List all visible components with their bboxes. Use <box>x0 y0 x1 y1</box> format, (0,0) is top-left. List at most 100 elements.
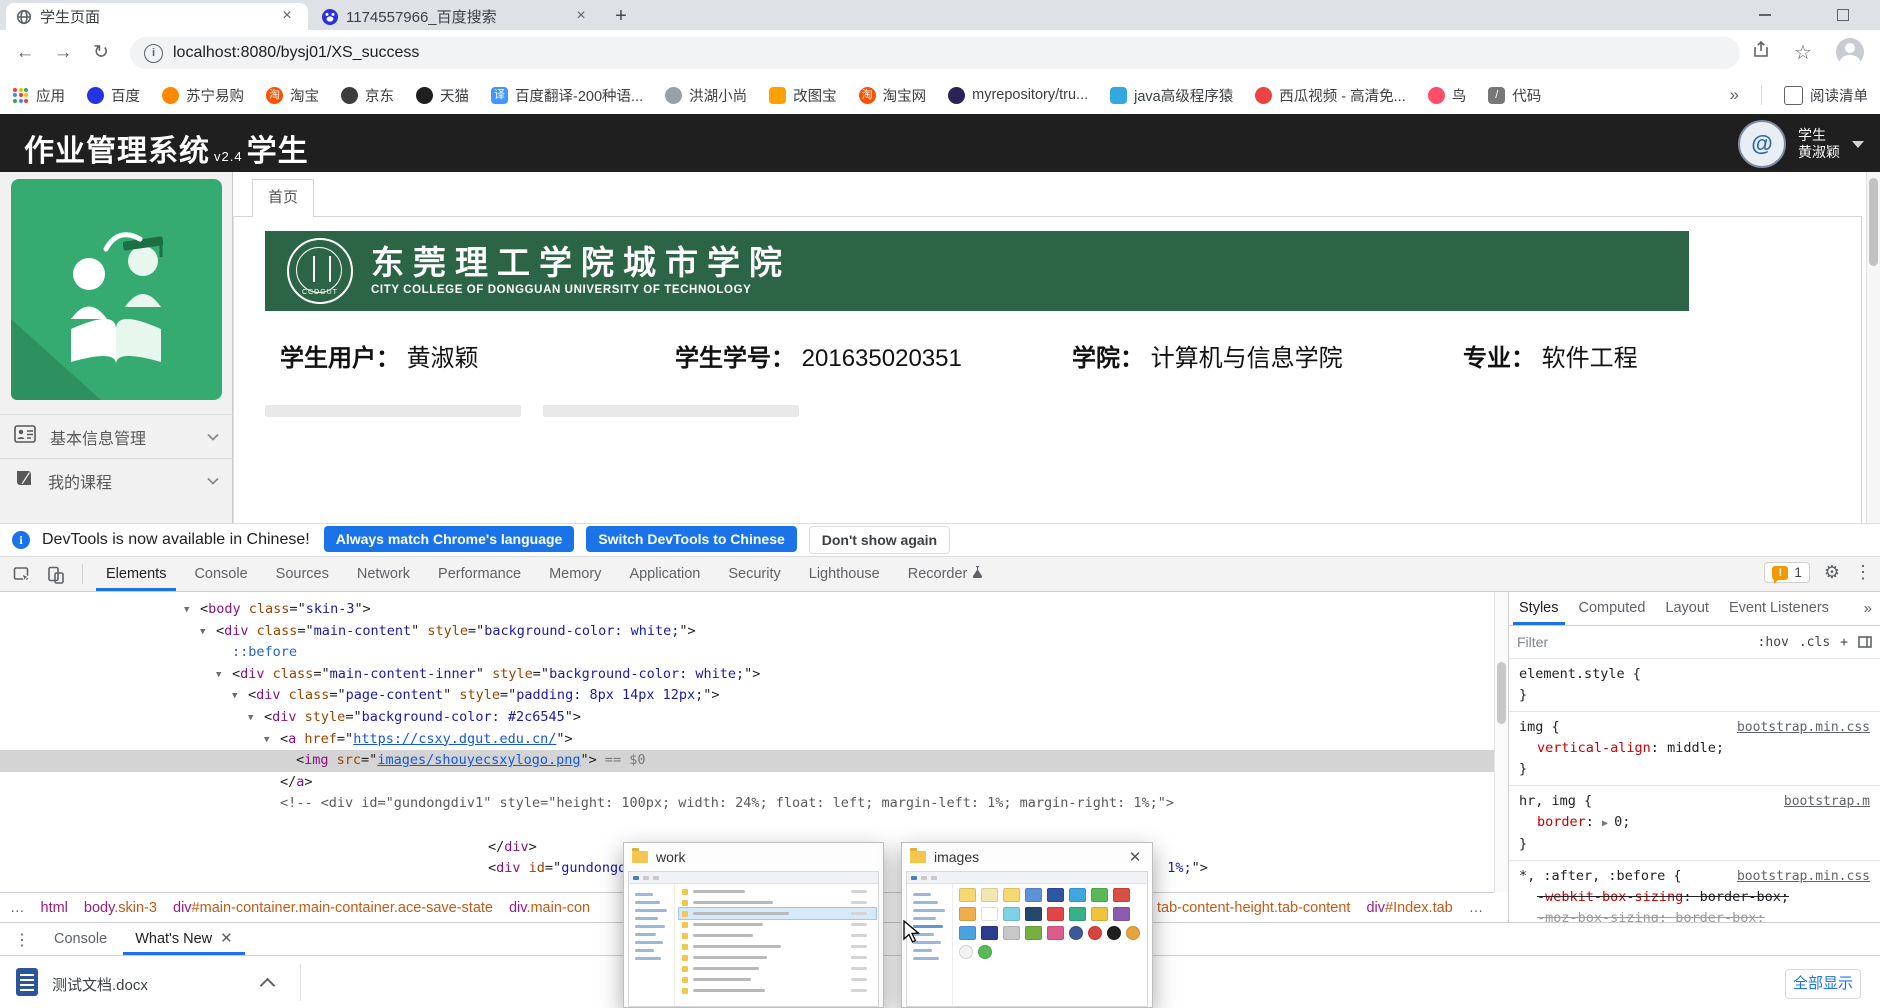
infobar-button-don-t-show-again[interactable]: Don't show again <box>809 526 950 554</box>
styles-filter-input[interactable]: Filter <box>1517 634 1748 650</box>
dom-tree-line[interactable] <box>0 815 1494 837</box>
site-info-icon[interactable]: i <box>144 44 163 63</box>
bookmark-item[interactable]: 苏宁易购 <box>162 85 244 106</box>
css-property[interactable]: border: ▶ 0; <box>1519 812 1870 834</box>
breadcrumb-item[interactable]: div#main-container.main-container.ace-sa… <box>173 900 493 916</box>
devtools-kebab-menu-icon[interactable]: ⋮ <box>1854 562 1872 583</box>
devtools-tab-recorder[interactable]: Recorder <box>894 557 998 591</box>
dom-tree-line[interactable]: ▼<a href="https://csxy.dgut.edu.cn/"> <box>0 729 1494 751</box>
infobar-button-switch-devtools-to-chinese[interactable]: Switch DevTools to Chinese <box>586 526 796 552</box>
bookmark-item[interactable]: 洪湖小尚 <box>665 85 747 106</box>
devtools-tab-application[interactable]: Application <box>615 557 714 591</box>
drawer-tab-what-s-new[interactable]: What's New✕ <box>121 923 246 955</box>
bookmark-item[interactable]: 译百度翻译-200种语... <box>491 85 643 106</box>
tab-home[interactable]: 首页 <box>252 179 314 217</box>
breadcrumb-overflow-icon[interactable]: … <box>10 900 25 916</box>
devtools-tab-console[interactable]: Console <box>180 557 261 591</box>
stylesheet-link[interactable]: bootstrap.m <box>1784 791 1870 812</box>
new-tab-button[interactable]: + <box>608 4 634 30</box>
styles-tab-event-listeners[interactable]: Event Listeners <box>1719 592 1839 625</box>
bookmark-item[interactable]: /代码 <box>1488 85 1541 106</box>
tab-close-icon[interactable]: × <box>572 8 590 26</box>
share-icon[interactable] <box>1752 40 1770 64</box>
browser-tab-baidu-search[interactable]: 1174557966_百度搜索 × <box>312 3 600 30</box>
user-menu[interactable]: @ 学生 黄淑颖 <box>1738 120 1864 168</box>
breadcrumb-item[interactable]: tab-content-height.tab-content <box>1157 900 1350 916</box>
forward-button[interactable]: → <box>48 38 78 68</box>
tab-close-icon[interactable]: × <box>278 8 296 26</box>
devtools-tab-sources[interactable]: Sources <box>262 557 343 591</box>
dom-tree-line[interactable]: <img src="images/shouyecsxylogo.png"> ==… <box>0 750 1494 772</box>
breadcrumb-item[interactable]: div.main-con <box>509 900 590 916</box>
breadcrumb-item[interactable]: body.skin-3 <box>84 900 157 916</box>
dom-tree-line[interactable]: ▼<div class="page-content" style="paddin… <box>0 685 1494 707</box>
breadcrumb-item[interactable]: div#Index.tab <box>1366 900 1452 916</box>
bookmark-item[interactable]: 百度 <box>87 85 140 106</box>
bookmark-item[interactable]: myrepository/tru... <box>948 87 1088 104</box>
css-rule[interactable]: element.style {} <box>1509 659 1880 712</box>
inspect-element-icon[interactable] <box>10 563 34 587</box>
devtools-tab-elements[interactable]: Elements <box>92 557 180 591</box>
issues-badge[interactable]: ! 1 <box>1764 562 1810 583</box>
stylesheet-link[interactable]: bootstrap.min.css <box>1737 866 1870 887</box>
styles-tab-computed[interactable]: Computed <box>1569 592 1656 625</box>
bookmark-item[interactable]: 淘淘宝网 <box>859 85 927 106</box>
bookmarks-overflow-icon[interactable]: » <box>1730 85 1739 105</box>
taskbar-preview-work[interactable]: work <box>623 842 884 1008</box>
css-rule[interactable]: img {bootstrap.min.cssvertical-align: mi… <box>1509 712 1880 786</box>
bookmark-star-icon[interactable]: ☆ <box>1794 40 1812 65</box>
css-property[interactable]: -moz-box-sizing: border-box; <box>1519 908 1870 922</box>
download-filename[interactable]: 测试文档.docx <box>52 974 148 995</box>
bookmark-item[interactable]: 改图宝 <box>769 85 837 106</box>
devtools-tab-memory[interactable]: Memory <box>535 557 615 591</box>
breadcrumb-item[interactable]: html <box>41 900 68 916</box>
drawer-tab-console[interactable]: Console <box>40 923 121 955</box>
expand-arrow-icon[interactable]: ▼ <box>232 686 237 708</box>
dom-tree-line[interactable]: ▼<div class="main-content" style="backgr… <box>0 621 1494 643</box>
elements-scrollbar[interactable] <box>1494 592 1508 892</box>
expand-arrow-icon[interactable]: ▼ <box>216 665 221 687</box>
devtools-settings-gear-icon[interactable]: ⚙ <box>1824 562 1840 583</box>
taskbar-preview-images[interactable]: images ✕ <box>901 842 1153 1008</box>
infobar-button-always-match-chrome-s-language[interactable]: Always match Chrome's language <box>324 526 575 552</box>
back-button[interactable]: ← <box>10 38 40 68</box>
dom-tree-line[interactable]: <!-- <div id="gundongdiv1" style="height… <box>0 793 1494 815</box>
styles-tab-layout[interactable]: Layout <box>1655 592 1719 625</box>
bookmark-item[interactable]: 西瓜视频 - 高清免... <box>1255 85 1405 106</box>
drawer-tab-close-icon[interactable]: ✕ <box>220 923 233 955</box>
dom-tree-line[interactable]: ::before <box>0 642 1494 664</box>
device-toolbar-icon[interactable] <box>44 563 68 587</box>
window-minimize-button[interactable] <box>1742 0 1788 30</box>
css-property[interactable]: vertical-align: middle; <box>1519 738 1870 759</box>
devtools-tab-security[interactable]: Security <box>714 557 794 591</box>
dom-tree-line[interactable]: ▼<body class="skin-3"> <box>0 599 1494 621</box>
styles-toggle-hov[interactable]: :hov <box>1758 635 1789 650</box>
dom-tree-line[interactable]: ▼<div class="main-content-inner" style="… <box>0 664 1494 686</box>
expand-arrow-icon[interactable]: ▼ <box>264 730 269 752</box>
bookmark-item[interactable]: 天猫 <box>416 85 469 106</box>
bookmark-item[interactable]: 鸟 <box>1428 85 1467 106</box>
breadcrumb-item[interactable]: … <box>1469 900 1484 916</box>
computed-sidebar-icon[interactable] <box>1858 635 1872 649</box>
url-omnibox[interactable]: i localhost:8080/bysj01/XS_success <box>130 37 1740 69</box>
stylesheet-link[interactable]: bootstrap.min.css <box>1737 717 1870 738</box>
browser-tab-student-page[interactable]: 学生页面 × <box>6 3 308 30</box>
dom-tree-line[interactable]: ▼<div style="background-color: #2c6545"> <box>0 707 1494 729</box>
expand-arrow-icon[interactable]: ▼ <box>248 708 253 730</box>
bookmark-item[interactable]: java高级程序猿 <box>1110 85 1233 106</box>
page-scrollbar[interactable] <box>1866 172 1880 523</box>
show-all-downloads-button[interactable]: 全部显示 <box>1785 969 1861 999</box>
window-restore-button[interactable] <box>1820 0 1866 30</box>
styles-toggle-cls[interactable]: .cls <box>1799 635 1830 650</box>
styles-toggle-[interactable]: + <box>1840 635 1848 650</box>
bookmark-item[interactable]: 淘淘宝 <box>266 85 319 106</box>
devtools-tab-performance[interactable]: Performance <box>424 557 535 591</box>
sidebar-item-basic-info[interactable]: 基本信息管理 <box>0 414 233 458</box>
devtools-tab-network[interactable]: Network <box>343 557 424 591</box>
css-rule[interactable]: *, :after, :before {bootstrap.min.css-we… <box>1509 861 1880 922</box>
styles-tabs-overflow-icon[interactable]: » <box>1856 600 1880 617</box>
drawer-kebab-menu-icon[interactable]: ⋮ <box>14 930 30 950</box>
bookmark-item[interactable]: 京东 <box>341 85 394 106</box>
reload-button[interactable]: ↻ <box>86 38 116 68</box>
dom-tree-line[interactable]: </a> <box>0 772 1494 794</box>
